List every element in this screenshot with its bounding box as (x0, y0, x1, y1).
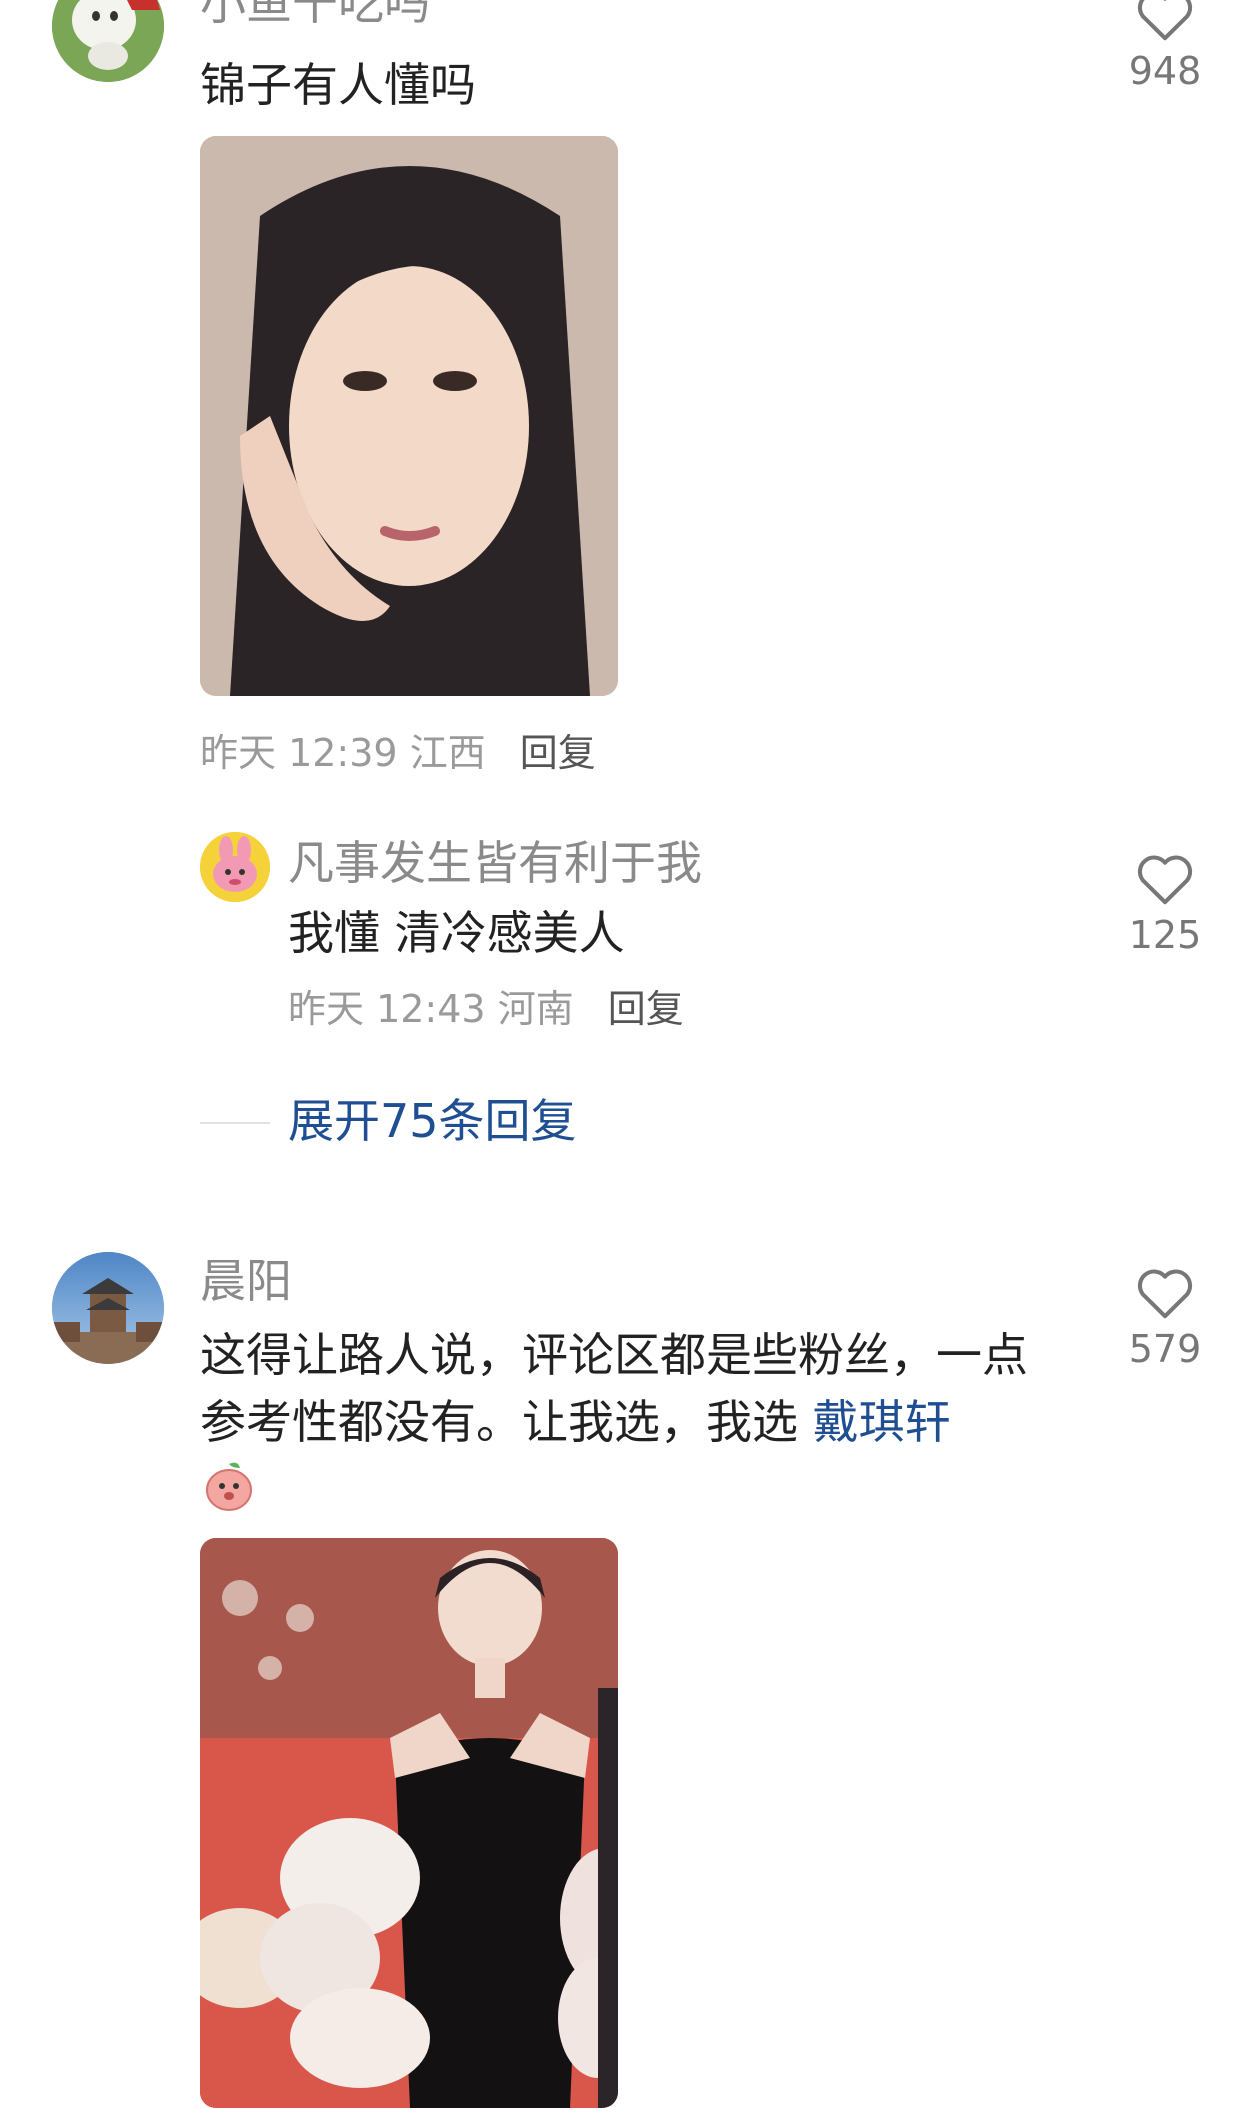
reply-text: 我懂 清冷感美人 (288, 906, 625, 960)
reply-button[interactable]: 回复 (520, 731, 596, 775)
like-count: 579 (1128, 1327, 1202, 1371)
cartoon-dog-avatar-icon (52, 0, 164, 82)
reply-button[interactable]: 回复 (608, 987, 684, 1031)
reply-username[interactable]: 凡事发生皆有利于我 (288, 840, 702, 886)
comment-text: 这得让路人说，评论区都是些粉丝，一点参考性都没有。让我选，我选 戴琪轩 (200, 1322, 1040, 1455)
comment-text: 锦子有人懂吗 (200, 58, 476, 112)
portrait-photo (200, 136, 618, 696)
comment-username[interactable]: 小鱼干吃吗 (200, 0, 430, 26)
comment-location: 江西 (409, 731, 486, 775)
reply-meta: 昨天 12:43 河南 回复 (288, 990, 684, 1028)
comment-image[interactable] (200, 136, 618, 696)
comment-meta: 昨天 12:39 江西 回复 (200, 734, 596, 772)
red-carpet-photo (200, 1538, 618, 2108)
tower-avatar-icon (52, 1252, 164, 1364)
avatar[interactable] (200, 832, 270, 902)
heart-outline-icon (1137, 0, 1193, 41)
like-button[interactable]: 125 (1120, 850, 1210, 954)
heart-outline-icon (1137, 855, 1193, 905)
reply-location: 河南 (497, 987, 574, 1031)
expand-replies-button[interactable]: 展开75条回复 (288, 1098, 577, 1144)
like-button[interactable]: 948 (1120, 0, 1210, 90)
like-count: 125 (1128, 913, 1202, 957)
pink-bunny-avatar-icon (200, 832, 270, 902)
like-button[interactable]: 579 (1120, 1264, 1210, 1368)
heart-outline-icon (1137, 1269, 1193, 1319)
like-count: 948 (1128, 49, 1202, 93)
peach-emoji-icon (202, 1458, 256, 1512)
expand-divider (200, 1122, 270, 1124)
comment-time: 昨天 12:39 (200, 731, 398, 775)
avatar[interactable] (52, 0, 164, 82)
avatar[interactable] (52, 1252, 164, 1364)
comment-image[interactable] (200, 1538, 618, 2108)
reply-time: 昨天 12:43 (288, 987, 486, 1031)
comment-username[interactable]: 晨阳 (200, 1258, 292, 1304)
mention-link[interactable]: 戴琪轩 (813, 1395, 951, 1449)
